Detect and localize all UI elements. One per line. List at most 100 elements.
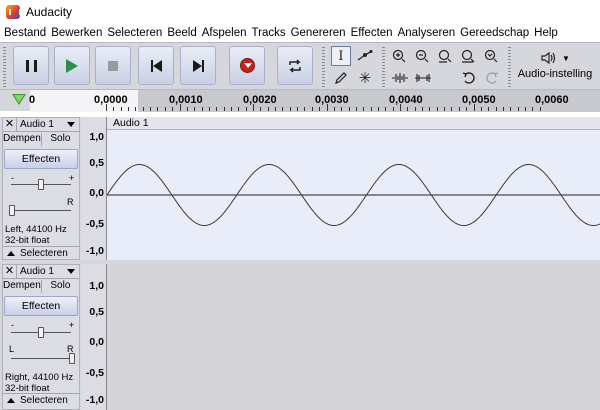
audio-track-right[interactable]: ✕ Audio 1 Dempen Solo Effecten - + L R R… [0, 264, 600, 410]
fit-selection-button[interactable] [434, 46, 456, 66]
track-control-panel[interactable]: ✕ Audio 1 Dempen Solo Effecten - + R Lef… [2, 117, 80, 260]
transport-toolbar-grip[interactable] [3, 47, 6, 87]
ruler-minor-tick [297, 107, 299, 111]
track-menu-chevron-icon[interactable] [67, 269, 75, 274]
envelope-tool-button[interactable] [355, 46, 375, 66]
gain-slider-thumb[interactable] [38, 179, 44, 190]
audio-track-left[interactable]: ✕ Audio 1 Dempen Solo Effecten - + R Lef… [0, 117, 600, 260]
select-label: Selecteren [20, 394, 68, 406]
fit-project-button[interactable] [457, 46, 479, 66]
clip-title-bar[interactable]: Audio 1 [107, 117, 600, 130]
tools-toolbar-grip[interactable] [322, 47, 325, 87]
waveform-area-empty[interactable] [107, 264, 600, 410]
ruler-minor-tick [532, 107, 534, 111]
pause-button[interactable] [13, 46, 49, 85]
ruler-minor-tick [400, 104, 401, 111]
multi-tool-button[interactable]: ✳ [355, 68, 375, 88]
ruler-minor-tick [208, 107, 210, 111]
loop-icon [289, 58, 301, 73]
ruler-minor-tick [275, 107, 277, 111]
dropdown-arrow-icon: ▼ [562, 53, 570, 63]
track-menu-chevron-icon[interactable] [67, 122, 75, 127]
solo-button[interactable]: Solo [42, 133, 79, 146]
menu-selecteren[interactable]: Selecteren [105, 27, 165, 39]
select-track-button[interactable]: Selecteren [3, 246, 79, 259]
mute-solo-row: Dempen Solo [3, 280, 79, 293]
timeline-ruler[interactable]: 0 0,0000 0,0010 0,0020 0,0030 0,0040 0,0… [0, 89, 600, 112]
redo-button[interactable] [481, 68, 503, 88]
skip-to-end-button[interactable] [180, 46, 216, 85]
collapse-arrow-icon[interactable] [7, 250, 15, 256]
menu-afspelen[interactable]: Afspelen [200, 27, 250, 39]
silence-audio-button[interactable] [412, 68, 434, 88]
scale-label: 0,5 [89, 306, 104, 318]
trim-icon [392, 73, 408, 83]
track-info: Left, 44100 Hz 32-bit float [5, 224, 67, 246]
effects-button[interactable]: Effecten [4, 296, 78, 316]
close-track-icon[interactable]: ✕ [3, 118, 17, 131]
menu-beeld[interactable]: Beeld [165, 27, 199, 39]
ruler-minor-tick [142, 107, 144, 111]
ruler-minor-tick [377, 107, 379, 111]
undo-button[interactable] [458, 68, 480, 88]
waveform-area[interactable]: Audio 1 [107, 117, 600, 260]
scale-label: 1,0 [89, 280, 104, 292]
track-name[interactable]: Audio 1 [17, 119, 67, 130]
amplitude-ruler[interactable]: 1,0 0,5 0,0 -0,5 -1,0 [81, 117, 107, 260]
ruler-tick-label: 0,0060 [535, 94, 569, 106]
solo-button[interactable]: Solo [42, 280, 79, 293]
edit-toolbar-grip[interactable] [382, 47, 385, 87]
mute-button[interactable]: Dempen [3, 133, 42, 146]
asterisk-icon: ✳ [358, 70, 372, 87]
mute-button[interactable]: Dempen [3, 280, 42, 293]
close-track-icon[interactable]: ✕ [3, 265, 17, 278]
pan-slider-track[interactable] [11, 358, 71, 359]
selection-tool-button[interactable]: I [331, 46, 351, 66]
audacity-logo-icon [6, 4, 21, 19]
ruler-minor-tick [422, 107, 424, 111]
zoom-out-button[interactable] [411, 46, 433, 66]
menu-help[interactable]: Help [532, 27, 561, 39]
pan-slider-track[interactable] [11, 210, 71, 211]
track-name[interactable]: Audio 1 [17, 266, 67, 277]
amplitude-ruler[interactable]: 1,0 0,5 0,0 -0,5 -1,0 [81, 264, 107, 410]
ruler-minor-tick [517, 107, 519, 111]
zoom-toggle-button[interactable] [480, 46, 502, 66]
stop-button[interactable] [95, 46, 131, 85]
pan-slider-thumb[interactable] [9, 205, 15, 216]
ruler-minor-tick [238, 107, 240, 111]
effects-button[interactable]: Effecten [4, 149, 78, 169]
ruler-minor-tick [458, 107, 460, 111]
menu-gereedschap[interactable]: Gereedschap [458, 27, 532, 39]
menu-bar: Bestand Bewerken Selecteren Beeld Afspel… [0, 23, 600, 42]
menu-effecten[interactable]: Effecten [349, 27, 396, 39]
menu-genereren[interactable]: Genereren [289, 27, 349, 39]
zoom-in-button[interactable] [388, 46, 410, 66]
skip-to-start-button[interactable] [138, 46, 174, 85]
waveform[interactable] [107, 130, 600, 260]
loop-button[interactable] [277, 46, 313, 85]
gain-plus-label: + [69, 320, 75, 330]
menu-tracks[interactable]: Tracks [250, 27, 289, 39]
pan-slider-thumb[interactable] [69, 353, 75, 364]
zoom-in-icon [392, 49, 406, 63]
redo-icon [486, 72, 499, 84]
audio-setup-button[interactable]: ▼ Audio-instelling [515, 46, 595, 85]
menu-analyseren[interactable]: Analyseren [396, 27, 459, 39]
draw-tool-button[interactable] [331, 68, 351, 88]
ruler-minor-tick [348, 107, 350, 111]
trim-audio-button[interactable] [389, 68, 411, 88]
track-control-panel[interactable]: ✕ Audio 1 Dempen Solo Effecten - + L R R… [2, 264, 80, 410]
audio-setup-toolbar-grip[interactable] [508, 47, 511, 87]
collapse-arrow-icon[interactable] [7, 397, 15, 403]
ruler-minor-tick [245, 107, 247, 111]
select-track-button[interactable]: Selecteren [3, 393, 79, 406]
record-button[interactable] [229, 46, 265, 85]
ruler-minor-tick [480, 107, 482, 111]
ruler-tick-label: 0,0000 [94, 94, 128, 106]
gain-slider-thumb[interactable] [38, 327, 44, 338]
menu-bewerken[interactable]: Bewerken [49, 27, 105, 39]
menu-bestand[interactable]: Bestand [2, 27, 49, 39]
ruler-minor-tick [539, 107, 541, 111]
play-button[interactable] [54, 46, 90, 85]
